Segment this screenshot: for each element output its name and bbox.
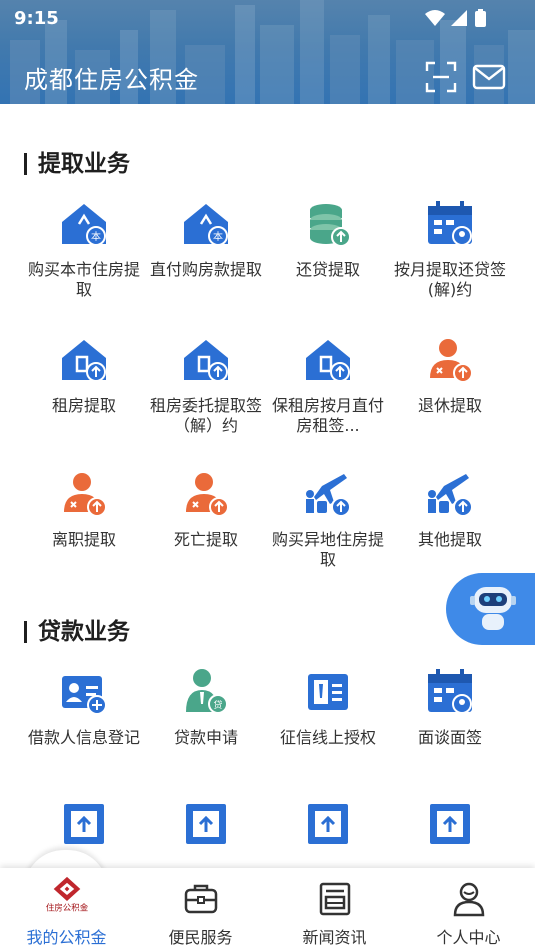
robot-assistant-icon (470, 587, 516, 630)
item-label: 租房委托提取签（解）约 (150, 396, 263, 435)
svg-text:本: 本 (91, 230, 101, 243)
credit-auth-icon (308, 674, 348, 710)
house-withdraw-icon: 本 (62, 204, 106, 246)
item-label: 退休提取 (417, 396, 482, 415)
calendar-icon (428, 201, 472, 246)
rent-icon (62, 340, 106, 382)
nav-label: 个人中心 (436, 928, 501, 947)
nav-services[interactable]: 便民服务 (134, 868, 267, 951)
item-other-withdraw[interactable]: 其他提取 (390, 466, 510, 550)
upload-icon (308, 804, 348, 844)
svg-text:贷: 贷 (213, 699, 222, 711)
loan-apply-icon: 贷 (186, 669, 228, 714)
status-time: 9:15 (14, 8, 59, 29)
upload-icon (430, 804, 470, 844)
item-borrower-register[interactable]: 借款人信息登记 (24, 664, 144, 748)
item-label: 按月提取还贷签(解)约 (394, 260, 507, 299)
item-monthly-repay-contract[interactable]: 按月提取还贷签(解)约 (390, 196, 510, 300)
item-direct-pay-house[interactable]: 本 直付购房款提取 (146, 196, 266, 280)
item-interview[interactable]: 面谈面签 (390, 664, 510, 748)
item-credit-auth[interactable]: 征信线上授权 (268, 664, 388, 748)
remote-house-icon (306, 474, 351, 517)
house-pay-icon: 本 (184, 204, 228, 246)
nav-personal[interactable]: 个人中心 (402, 868, 535, 951)
item-label: 借款人信息登记 (28, 728, 141, 747)
upload-icon (64, 804, 104, 844)
retire-icon (430, 339, 473, 383)
resign-icon (64, 473, 107, 517)
item-label: 征信线上授权 (279, 728, 376, 747)
status-bar: 9:15 (0, 0, 535, 36)
item-label: 租房提取 (51, 396, 116, 415)
robot-assistant-button[interactable] (446, 573, 535, 645)
svg-text:本: 本 (213, 230, 223, 243)
item-label: 其他提取 (417, 530, 482, 549)
item-label: 面谈面签 (417, 728, 482, 747)
bottom-nav: 住房公积金 我的公积金 便民服务 新闻资讯 个人中心 (0, 868, 535, 951)
item-label: 还贷提取 (295, 260, 360, 279)
nav-news[interactable]: 新闻资讯 (268, 868, 401, 951)
item-resign[interactable]: 离职提取 (24, 466, 144, 550)
item-upload-2[interactable] (146, 796, 266, 852)
nav-my-fund[interactable]: 住房公积金 我的公积金 (0, 868, 133, 951)
death-icon (186, 473, 229, 517)
section-title-loan: 贷款业务 (24, 621, 130, 644)
item-label: 保租房按月直付房租签... (272, 396, 385, 435)
item-rent-entrust[interactable]: 租房委托提取签（解）约 (146, 332, 266, 436)
item-upload-3[interactable] (268, 796, 388, 852)
item-retire[interactable]: 退休提取 (390, 332, 510, 416)
upload-icon (186, 804, 226, 844)
person-icon (453, 882, 485, 917)
nav-label: 便民服务 (168, 928, 233, 947)
item-upload-4[interactable] (390, 796, 510, 852)
item-label: 购买异地住房提取 (272, 530, 385, 569)
nav-label: 新闻资讯 (302, 928, 367, 947)
briefcase-icon (184, 884, 218, 914)
app-title: 成都住房公积金 (24, 66, 199, 94)
item-label: 贷款申请 (173, 728, 238, 747)
housing-fund-logo-icon: 住房公积金 (46, 876, 89, 913)
item-label: 死亡提取 (173, 530, 238, 549)
battery-icon (475, 11, 486, 27)
app-header: 9:15 成都住房公积金 (0, 0, 535, 104)
item-death[interactable]: 死亡提取 (146, 466, 266, 550)
signal-icon (451, 10, 467, 26)
item-label: 购买本市住房提取 (28, 260, 141, 299)
coins-icon (310, 204, 351, 247)
item-rent[interactable]: 租房提取 (24, 332, 144, 416)
item-remote-house[interactable]: 购买异地住房提取 (268, 466, 388, 570)
item-buy-local-house[interactable]: 本 购买本市住房提取 (24, 196, 144, 300)
item-label: 直付购房款提取 (150, 260, 263, 279)
item-upload-1[interactable] (24, 796, 144, 852)
news-icon (319, 882, 351, 916)
rent-entrust-icon (184, 340, 228, 382)
wifi-icon (425, 10, 445, 26)
rent-monthly-icon (306, 340, 350, 382)
logo-text: 住房公积金 (46, 903, 89, 913)
status-icons (425, 9, 486, 27)
item-rent-monthly[interactable]: 保租房按月直付房租签... (268, 332, 388, 436)
item-loan-apply[interactable]: 贷 贷款申请 (146, 664, 266, 748)
item-loan-repay[interactable]: 还贷提取 (268, 196, 388, 280)
section-title-withdraw: 提取业务 (24, 153, 130, 176)
scan-icon[interactable] (424, 60, 458, 94)
interview-icon (428, 669, 472, 714)
other-withdraw-icon (428, 474, 473, 517)
item-label: 离职提取 (51, 530, 116, 549)
mail-icon[interactable] (472, 60, 506, 94)
nav-label: 我的公积金 (26, 928, 107, 947)
borrower-icon (62, 676, 107, 715)
